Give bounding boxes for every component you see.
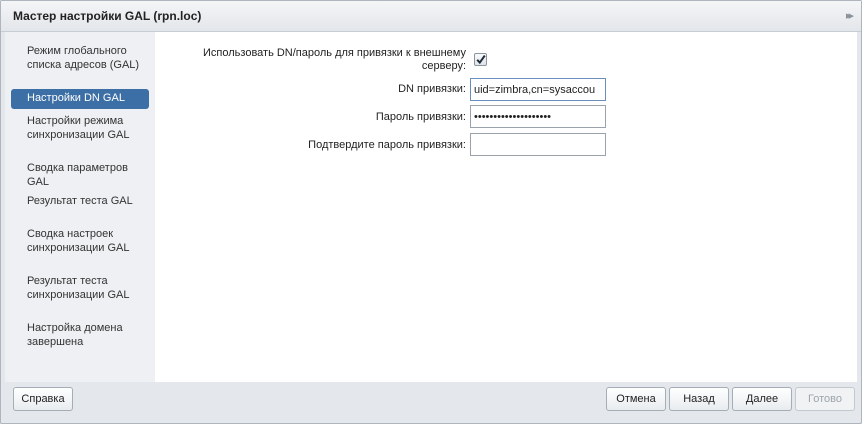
bind-dn-input[interactable] bbox=[470, 78, 606, 101]
sidebar-item-gal-mode[interactable]: Режим глобального списка адресов (GAL) bbox=[11, 45, 149, 72]
sidebar-item-sync-test-result[interactable]: Результат теста синхронизации GAL bbox=[11, 275, 149, 302]
sidebar-item-gal-sync-mode[interactable]: Настройки режима синхронизации GAL bbox=[11, 115, 149, 142]
use-dn-checkbox[interactable] bbox=[474, 53, 487, 66]
collapse-icon[interactable]: ▸▸ bbox=[846, 9, 854, 22]
sidebar-item-sync-summary[interactable]: Сводка настроек синхронизации GAL bbox=[11, 228, 149, 255]
bind-dn-label: DN привязки: bbox=[398, 83, 466, 95]
dialog-body: Режим глобального списка адресов (GAL) Н… bbox=[5, 32, 857, 382]
confirm-password-input[interactable] bbox=[470, 133, 606, 156]
bind-password-label: Пароль привязки: bbox=[375, 111, 466, 123]
help-button[interactable]: Справка bbox=[13, 387, 73, 411]
gal-wizard-dialog: Мастер настройки GAL (rpn.loc) ▸▸ Режим … bbox=[0, 0, 862, 424]
confirm-password-label: Подтвердите пароль привязки: bbox=[308, 139, 466, 151]
back-button[interactable]: Назад bbox=[669, 387, 729, 411]
sidebar-item-gal-dn-settings[interactable]: Настройки DN GAL bbox=[11, 89, 149, 109]
wizard-form: Использовать DN/пароль для привязки к вн… bbox=[155, 32, 857, 382]
use-dn-label: Использовать DN/пароль для привязки к вн… bbox=[203, 47, 466, 72]
dialog-footer: Справка Отмена Назад Далее Готово bbox=[5, 382, 857, 420]
next-button[interactable]: Далее bbox=[732, 387, 792, 411]
finish-button[interactable]: Готово bbox=[795, 387, 855, 411]
sidebar-item-gal-test-result[interactable]: Результат теста GAL bbox=[11, 195, 149, 209]
dialog-title: Мастер настройки GAL (rpn.loc) bbox=[13, 9, 202, 23]
title-bar: Мастер настройки GAL (rpn.loc) ▸▸ bbox=[1, 1, 861, 32]
cancel-button[interactable]: Отмена bbox=[606, 387, 666, 411]
bind-password-input[interactable] bbox=[470, 105, 606, 128]
sidebar-item-gal-summary[interactable]: Сводка параметров GAL bbox=[11, 162, 149, 189]
checkmark-icon bbox=[476, 55, 486, 65]
wizard-steps-sidebar: Режим глобального списка адресов (GAL) Н… bbox=[5, 32, 155, 382]
sidebar-item-domain-setup-complete[interactable]: Настройка домена завершена bbox=[11, 322, 149, 349]
